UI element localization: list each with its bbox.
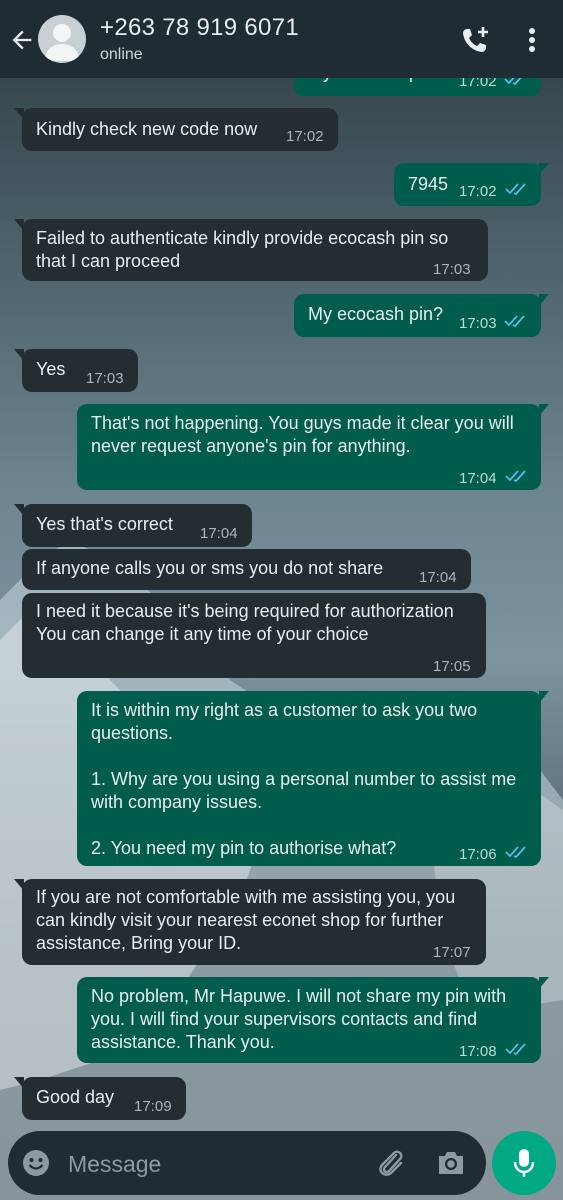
contact-name[interactable]: +263 78 919 6071 xyxy=(100,14,299,42)
contact-status: online xyxy=(100,46,143,63)
message-composer xyxy=(8,1131,486,1195)
message-bubble-incoming[interactable]: Failed to authenticate kindly provide ec… xyxy=(14,219,488,281)
message-bubble-outgoing[interactable]: No problem, Mr Hapuwe. I will not share … xyxy=(77,977,549,1063)
message-bubble-incoming[interactable]: Yes that's correct 17:04 xyxy=(14,504,252,547)
message-time: 17:02 xyxy=(459,183,497,200)
message-text: I need it because it's being required fo… xyxy=(36,601,454,644)
more-vert-icon[interactable] xyxy=(520,24,544,56)
back-arrow-icon[interactable] xyxy=(8,26,36,54)
message-time: 17:05 xyxy=(433,658,471,675)
message-bubble-incoming[interactable]: Yes 17:03 xyxy=(14,349,138,392)
message-bubble-outgoing[interactable]: My ecocash pin? 17:03 xyxy=(294,294,549,337)
camera-icon[interactable] xyxy=(436,1149,466,1177)
message-bubble-outgoing[interactable]: It is within my right as a customer to a… xyxy=(77,691,549,866)
message-text: Yes xyxy=(36,359,66,379)
message-time: 17:03 xyxy=(459,315,497,332)
message-time: 17:03 xyxy=(433,261,471,278)
message-time: 17:03 xyxy=(86,370,124,387)
message-bubble-incoming[interactable]: Good day 17:09 xyxy=(14,1077,186,1120)
message-time: 17:02 xyxy=(286,128,324,145)
message-time: 17:04 xyxy=(200,525,238,542)
mic-icon xyxy=(513,1149,535,1177)
message-bubble-incoming[interactable]: Kindly check new code now 17:02 xyxy=(14,108,338,151)
message-time: 17:04 xyxy=(419,569,457,586)
chat-header: +263 78 919 6071 online xyxy=(0,0,563,78)
emoji-icon[interactable] xyxy=(22,1149,50,1177)
message-bubble-incoming[interactable]: If anyone calls you or sms you do not sh… xyxy=(22,549,471,590)
avatar[interactable] xyxy=(38,15,86,63)
message-text: 7945 xyxy=(408,174,449,194)
message-text: Kindly check new code now xyxy=(36,119,258,139)
read-receipt-icon xyxy=(505,1043,526,1056)
message-text: Failed to authenticate kindly provide ec… xyxy=(36,228,454,271)
message-text: Yes that's correct xyxy=(36,514,173,534)
message-input[interactable] xyxy=(66,1145,360,1183)
message-text: My ecocash pin? xyxy=(308,304,444,324)
mic-button[interactable] xyxy=(492,1131,556,1195)
message-bubble-outgoing[interactable]: 7945 17:02 xyxy=(394,163,549,206)
message-text: It is within my right as a customer to a… xyxy=(91,700,517,858)
message-text: That's not happening. You guys made it c… xyxy=(91,413,519,456)
message-text: Good day xyxy=(36,1087,115,1107)
message-text: If anyone calls you or sms you do not sh… xyxy=(36,558,384,578)
message-bubble-incoming[interactable]: If you are not comfortable with me assis… xyxy=(14,879,486,965)
message-time: 17:06 xyxy=(459,846,497,863)
read-receipt-icon xyxy=(504,315,525,328)
message-time: 17:08 xyxy=(459,1043,497,1060)
avatar-icon xyxy=(44,24,80,61)
message-time: 17:09 xyxy=(134,1098,172,1115)
read-receipt-icon xyxy=(505,470,526,483)
message-bubble-incoming[interactable]: I need it because it's being required fo… xyxy=(22,593,486,678)
message-text: If you are not comfortable with me assis… xyxy=(36,887,461,953)
message-time: 17:07 xyxy=(433,944,471,961)
read-receipt-icon xyxy=(505,183,526,196)
read-receipt-icon xyxy=(505,846,526,859)
message-time: 17:04 xyxy=(459,470,497,487)
attach-icon[interactable] xyxy=(376,1147,406,1179)
message-bubble-outgoing[interactable]: That's not happening. You guys made it c… xyxy=(77,404,549,490)
add-call-icon[interactable] xyxy=(458,23,492,57)
